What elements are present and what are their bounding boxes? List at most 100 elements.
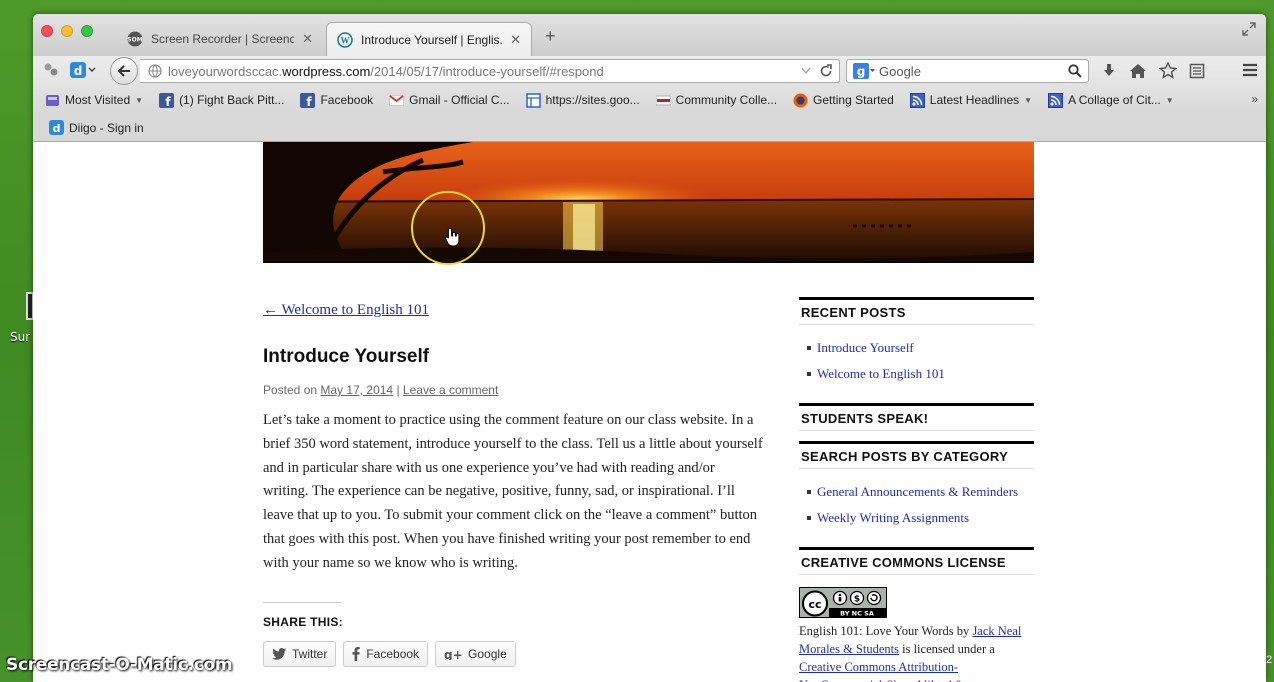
cc-license-badge[interactable]: cc $ BY NC SA [799, 587, 887, 618]
google-search-engine-icon[interactable]: g [853, 63, 875, 79]
bookmark-diigo-sign-in[interactable]: d Diigo - Sign in [49, 120, 144, 135]
som-icon: SOM [127, 31, 143, 47]
google-plus-icon: g+ [444, 648, 462, 660]
bookmark-label: Getting Started [813, 93, 894, 107]
url-subdomain: loveyourwordsccac. [168, 63, 283, 79]
home-icon[interactable] [1129, 63, 1147, 79]
desktop-edge-text: 2 [1266, 654, 1273, 666]
search-bar[interactable]: g Google [846, 59, 1089, 83]
bookmarks-toolbar: Most Visited ▼ f (1) Fight Back Pitt... … [33, 86, 1266, 114]
widget-title: RECENT POSTS [799, 297, 1034, 325]
bookmark-fight-back[interactable]: f (1) Fight Back Pitt... [159, 92, 284, 108]
bookmark-facebook[interactable]: f Facebook [300, 92, 374, 108]
license-link[interactable]: Creative Commons Attribution-NonCommerci… [799, 660, 961, 682]
chevron-down-icon: ▼ [1024, 95, 1033, 105]
tab-introduce-yourself[interactable]: W Introduce Yourself | Englis... ✕ [326, 22, 532, 56]
post-date-link[interactable]: May 17, 2014 [320, 383, 393, 397]
page-content: ← Welcome to English 101 Introduce Yours… [33, 142, 1266, 682]
chevron-down-icon: ▼ [135, 95, 144, 105]
previous-post-link[interactable]: ← Welcome to English 101 [263, 302, 429, 319]
back-button[interactable] [110, 57, 138, 85]
bookmark-gmail[interactable]: Gmail - Official C... [389, 93, 510, 108]
svg-text:d: d [53, 122, 61, 135]
url-domain: wordpress.com [282, 63, 371, 79]
license-text: English 101: Love Your Words by Jack Nea… [799, 622, 1034, 682]
share-label: Google [468, 647, 507, 661]
bookmarks-menu-icon[interactable] [1189, 63, 1205, 79]
bookmark-star-icon[interactable] [1159, 62, 1177, 79]
svg-text:f: f [165, 95, 171, 108]
minimize-window-button[interactable] [61, 25, 73, 37]
bookmark-label: Community Colle... [675, 93, 778, 107]
bookmark-getting-started[interactable]: Getting Started [793, 93, 894, 108]
leave-comment-link[interactable]: Leave a comment [403, 383, 498, 397]
fullscreen-icon[interactable] [1242, 22, 1256, 36]
bookmarks-overflow-icon[interactable]: » [1251, 92, 1258, 106]
bookmark-label: Facebook [320, 93, 374, 107]
url-history-dropdown-icon[interactable] [801, 67, 811, 75]
svg-text:g: g [857, 65, 866, 79]
tab-close-icon[interactable]: ✕ [510, 32, 521, 48]
share-google-button[interactable]: g+ Google [435, 641, 516, 667]
firefox-icon [793, 93, 808, 107]
license-prefix: English 101: Love Your Words by [799, 624, 970, 638]
tab-screen-recorder[interactable]: SOM Screen Recorder | Screenc... ✕ [117, 22, 323, 56]
post-body: Let’s take a moment to practice using th… [263, 412, 763, 571]
svg-text:f: f [307, 95, 313, 108]
diigo-icon: d [49, 120, 64, 135]
category-link[interactable]: General Announcements & Reminders [807, 479, 1034, 505]
browser-window: SOM Screen Recorder | Screenc... ✕ W Int… [33, 14, 1266, 682]
cc-by-nc-sa-icon: cc $ BY NC SA [800, 588, 886, 617]
desktop-icon[interactable]: Sur [0, 290, 34, 350]
share-twitter-button[interactable]: Twitter [263, 641, 337, 667]
rss-icon [909, 92, 925, 108]
bookmark-most-visited[interactable]: Most Visited ▼ [45, 93, 143, 108]
window-controls [41, 25, 93, 37]
bookmark-label: Diigo - Sign in [69, 120, 144, 135]
sites-icon [525, 92, 541, 108]
tab-title: Introduce Yourself | Englis... [361, 32, 503, 47]
close-window-button[interactable] [41, 25, 53, 37]
bookmark-label: https://sites.goo... [545, 93, 640, 107]
svg-text:d: d [74, 64, 83, 78]
tab-bar: SOM Screen Recorder | Screenc... ✕ W Int… [33, 14, 1266, 56]
post-meta: Posted on May 17, 2014 | Leave a comment [263, 383, 498, 397]
header-image[interactable] [263, 142, 1034, 263]
bookmark-latest-headlines[interactable]: Latest Headlines ▼ [909, 92, 1033, 108]
desktop-icon-label: Sur [10, 330, 31, 344]
bookmark-label: Most Visited [65, 93, 131, 107]
pointer-hand-icon [445, 227, 460, 247]
post-title[interactable]: Introduce Yourself [263, 346, 429, 368]
bookmark-community-college[interactable]: Community Colle... [655, 93, 778, 108]
downloads-icon[interactable] [1101, 63, 1117, 79]
hamburger-menu-icon[interactable] [1242, 62, 1258, 78]
category-link[interactable]: Weekly Writing Assignments [807, 505, 1034, 531]
share-divider [263, 602, 341, 603]
screencast-watermark: Screencast-O-Matic.com [6, 655, 233, 675]
sidebar: RECENT POSTS Introduce Yourself Welcome … [799, 297, 1034, 682]
bookmark-collage-of-cities[interactable]: A Collage of Cit... ▼ [1048, 92, 1174, 108]
creative-commons-widget: CREATIVE COMMONS LICENSE cc $ BY NC SA E… [799, 547, 1034, 682]
share-facebook-button[interactable]: Facebook [343, 641, 429, 667]
svg-text:cc: cc [808, 598, 821, 611]
maximize-window-button[interactable] [81, 25, 93, 37]
license-mid: is licensed under a [902, 642, 995, 656]
gmail-icon [389, 94, 405, 106]
share-buttons: Twitter Facebook g+ Google [263, 641, 516, 667]
tab-close-icon[interactable]: ✕ [302, 31, 313, 47]
bookmark-label: A Collage of Cit... [1068, 93, 1161, 107]
diigo-toolbar-icon[interactable]: d [69, 61, 97, 79]
recent-post-link[interactable]: Welcome to English 101 [807, 361, 1034, 387]
twitter-icon [272, 648, 286, 660]
bookmark-google-sites[interactable]: https://sites.goo... [525, 92, 640, 108]
widget-title: SEARCH POSTS BY CATEGORY [799, 441, 1034, 469]
search-input[interactable]: Google [879, 64, 1064, 79]
recent-post-link[interactable]: Introduce Yourself [807, 335, 1034, 361]
new-tab-icon[interactable]: + [545, 26, 556, 47]
search-icon[interactable] [1068, 64, 1082, 78]
reload-icon[interactable] [819, 64, 833, 78]
address-bar[interactable]: loveyourwordsccac.wordpress.com/2014/05/… [140, 59, 840, 83]
puzzle-icon[interactable] [43, 62, 59, 78]
share-label: Facebook [366, 647, 420, 661]
category-widget: SEARCH POSTS BY CATEGORY General Announc… [799, 441, 1034, 537]
